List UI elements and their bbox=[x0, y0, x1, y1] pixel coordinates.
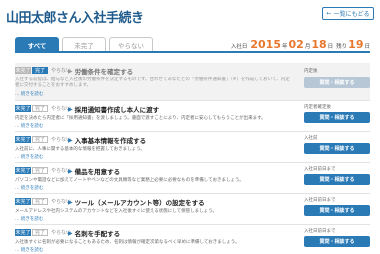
join-date: 入社日 2015 年 02 月 18 日 残り 19 日 bbox=[231, 38, 370, 51]
status-undone-toggle[interactable]: 未完了 bbox=[15, 105, 31, 112]
tab-underline bbox=[15, 51, 370, 53]
join-day-unit: 日 bbox=[327, 44, 334, 50]
join-year: 2015 bbox=[250, 38, 281, 51]
task-title: ▶ ツール（メールアカウント等）の設定をする bbox=[68, 197, 205, 208]
task-title: ▶ 労働条件を確定する bbox=[68, 66, 134, 77]
task-title: ▶ 採用通知書作成し本人に渡す bbox=[68, 104, 160, 115]
task-item: 未完了 完了 やらない ▶ 採用通知書作成し本人に渡す 内定を決めたら内定者に「採… bbox=[15, 101, 370, 132]
status-done-toggle[interactable]: 完了 bbox=[32, 105, 48, 112]
consult-button[interactable]: 質問・相談する bbox=[304, 174, 370, 185]
task-due: 入社日前日まで bbox=[304, 198, 336, 203]
status-undone-toggle[interactable]: 未完了 bbox=[15, 136, 31, 143]
chevron-right-icon: ▶ bbox=[68, 136, 73, 144]
task-title-text: 入事基本情報を作成する bbox=[74, 137, 147, 145]
task-description: パソコンや電話などに加えてノートやペンなどの文具類等など業務上必要に必要なものを… bbox=[15, 178, 244, 183]
task-due: 入社前 bbox=[304, 136, 318, 141]
task-description: メールアドレスや社内システムのアカウントなどを入社後すぐに使える状態にして保管し… bbox=[15, 209, 217, 214]
join-month: 02 bbox=[288, 38, 304, 51]
remaining-prefix: 残り bbox=[336, 44, 348, 50]
task-title: ▶ 入事基本情報を作成する bbox=[68, 135, 147, 146]
status-undone-toggle[interactable]: 未完了 bbox=[15, 229, 31, 236]
task-due: 内定後 bbox=[304, 69, 318, 74]
task-item: 未完了 完了 やらない ▶ 労働条件を確定する 入社する前提は、給与など入社後の労… bbox=[15, 63, 370, 101]
consult-button[interactable]: 質問・相談する bbox=[304, 236, 370, 247]
back-to-list-label: 一覧にもどる bbox=[333, 11, 370, 18]
join-date-label: 入社日 bbox=[230, 44, 248, 50]
status-done-toggle[interactable]: 完了 bbox=[32, 136, 48, 143]
arrow-left-icon: ← bbox=[326, 10, 332, 17]
task-due: 入社日前日まで bbox=[304, 229, 336, 234]
consult-button[interactable]: 質問・相談する bbox=[304, 77, 370, 88]
read-more-link[interactable]: … 続きを読む bbox=[15, 216, 43, 222]
task-item: 未完了 完了 やらない ▶ 備品を用意する パソコンや電話などに加えてノートやペン… bbox=[15, 163, 370, 194]
tab-all[interactable]: すべて bbox=[15, 37, 59, 51]
task-item: 未完了 完了 やらない ▶ 名刺を手配する 入社後すぐに名刺が必要になることもある… bbox=[15, 225, 370, 254]
task-title-text: 備品を用意する bbox=[74, 168, 121, 176]
task-due: 内定者確定後 bbox=[304, 105, 331, 110]
read-more-link[interactable]: … 続きを読む bbox=[15, 185, 43, 191]
task-description: 入社後すぐに名刺が必要になることもあるため、名刺は情報が確定次第なるべく早めに準… bbox=[15, 240, 240, 245]
read-more-link[interactable]: … 続きを読む bbox=[15, 91, 43, 97]
status-undone-toggle[interactable]: 未完了 bbox=[15, 167, 31, 174]
read-more-link[interactable]: … 続きを読む bbox=[15, 123, 43, 129]
task-description: 入社する前提は、給与など入社後の労働条件を決定するものです。合わせてあなたとの「… bbox=[15, 77, 290, 88]
task-title-text: 名刺を手配する bbox=[74, 230, 121, 238]
chevron-right-icon: ▶ bbox=[68, 167, 73, 175]
join-month-unit: 月 bbox=[304, 44, 311, 50]
page-title: 山田太郎さん入社手続き bbox=[6, 11, 144, 26]
status-done-toggle[interactable]: 完了 bbox=[32, 198, 48, 205]
consult-button[interactable]: 質問・相談する bbox=[304, 205, 370, 216]
status-undone-toggle[interactable]: 未完了 bbox=[15, 198, 31, 205]
status-done-toggle[interactable]: 完了 bbox=[32, 229, 48, 236]
tab-skip[interactable]: やらない bbox=[109, 37, 153, 51]
tab-bar: すべて 未完了 やらない bbox=[15, 37, 153, 51]
back-to-list-button[interactable]: ← 一覧にもどる bbox=[322, 7, 374, 20]
remaining-unit: 日 bbox=[364, 44, 370, 50]
task-description: 入社前に、人事に関する基本的な情報を把握しておきましょう。 bbox=[15, 147, 145, 152]
task-title-text: 労働条件を確定する bbox=[74, 68, 134, 76]
read-more-link[interactable]: … 続きを読む bbox=[15, 154, 43, 160]
chevron-right-icon: ▶ bbox=[68, 229, 73, 237]
status-done-toggle[interactable]: 完了 bbox=[32, 67, 48, 74]
task-list: 未完了 完了 やらない ▶ 労働条件を確定する 入社する前提は、給与など入社後の労… bbox=[15, 63, 370, 254]
chevron-right-icon: ▶ bbox=[68, 105, 73, 113]
task-item: 未完了 完了 やらない ▶ 入事基本情報を作成する 入社前に、人事に関する基本的な… bbox=[15, 132, 370, 163]
chevron-right-icon: ▶ bbox=[68, 67, 73, 75]
task-due: 入社日前日まで bbox=[304, 167, 336, 172]
join-year-unit: 年 bbox=[281, 44, 288, 50]
read-more-link[interactable]: … 続きを読む bbox=[15, 247, 43, 253]
task-title-text: ツール（メールアカウント等）の設定をする bbox=[74, 199, 205, 207]
chevron-right-icon: ▶ bbox=[68, 198, 73, 206]
task-title: ▶ 備品を用意する bbox=[68, 166, 121, 177]
tab-incomplete[interactable]: 未完了 bbox=[62, 37, 106, 51]
task-description: 内定を決めたら内定者に「採用通知書」を渡しましょう。書面で渡すことにより、内定者… bbox=[15, 116, 266, 121]
task-title-text: 採用通知書作成し本人に渡す bbox=[74, 106, 160, 114]
join-day: 18 bbox=[311, 38, 327, 51]
consult-button[interactable]: 質問・相談する bbox=[304, 112, 370, 123]
status-done-toggle[interactable]: 完了 bbox=[32, 167, 48, 174]
task-title: ▶ 名刺を手配する bbox=[68, 228, 121, 239]
status-undone-toggle[interactable]: 未完了 bbox=[15, 67, 31, 74]
remaining-days: 19 bbox=[348, 38, 364, 51]
consult-button[interactable]: 質問・相談する bbox=[304, 143, 370, 154]
task-item: 未完了 完了 やらない ▶ ツール（メールアカウント等）の設定をする メールアドレ… bbox=[15, 194, 370, 225]
